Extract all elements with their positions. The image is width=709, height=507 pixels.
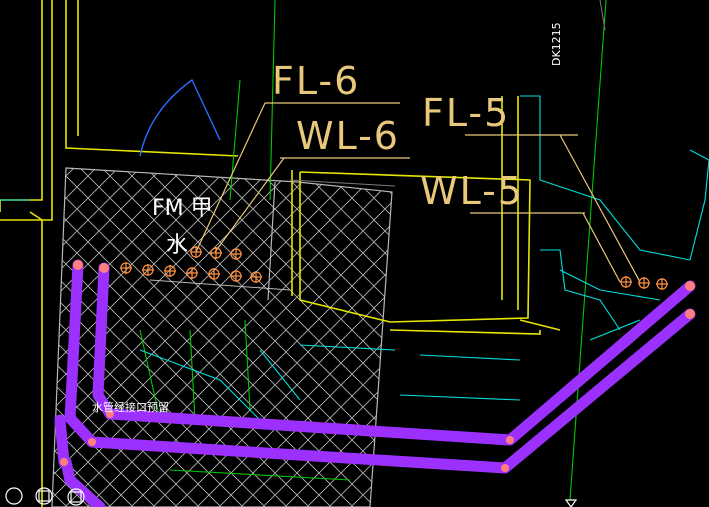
label-fl6: FL-6 (272, 59, 360, 103)
label-room-fm: FM 甲 (152, 196, 213, 221)
label-grid-ref: DK1215 (550, 22, 563, 66)
cad-drawing-canvas[interactable]: FL-6 WL-6 FL-5 WL-5 FM 甲 水 水管经接口预留 DK121… (0, 0, 709, 507)
pipe-route-4 (54, 414, 70, 468)
label-pipe-note: 水管经接口预留 (92, 400, 169, 414)
label-room-water: 水 (166, 233, 188, 258)
label-fl5: FL-5 (422, 91, 510, 135)
label-wl6: WL-6 (296, 114, 400, 158)
label-wl5: WL-5 (420, 169, 524, 213)
door-swing (139, 78, 221, 157)
